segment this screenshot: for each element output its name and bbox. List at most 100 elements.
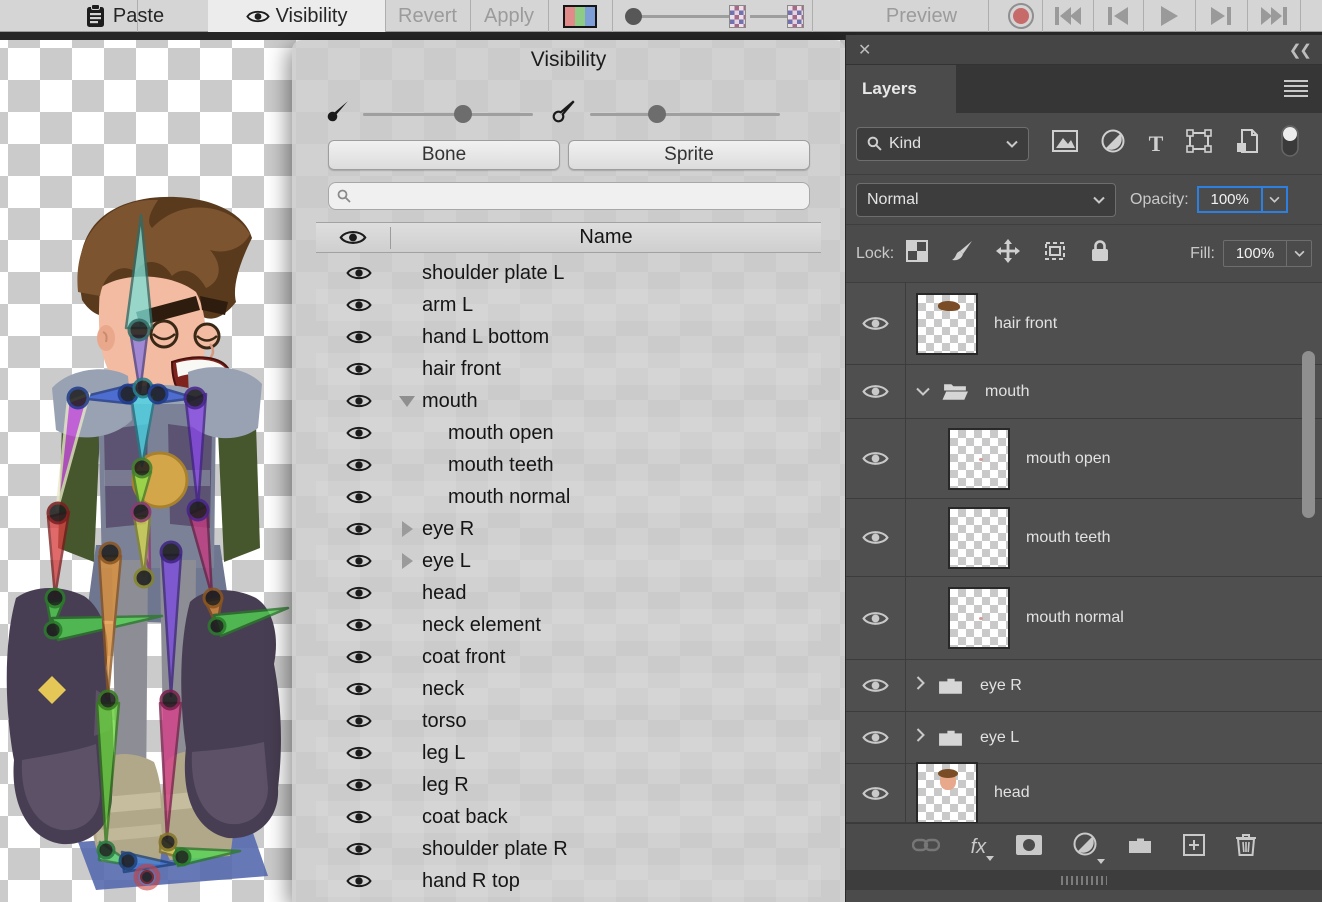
new-layer-icon[interactable] [1183,834,1205,861]
vis-row[interactable]: arm L [316,289,821,321]
vis-row[interactable]: hair front [316,353,821,385]
record-button[interactable] [1000,0,1042,32]
vis-row[interactable]: eye L [316,545,821,577]
panel-resize-grip[interactable] [846,870,1322,890]
vis-row[interactable]: mouth open [316,417,821,449]
visibility-eye-toggle[interactable] [330,297,388,313]
lock-position-icon[interactable] [996,239,1020,268]
preview-button[interactable]: Preview [855,0,988,32]
lock-transparency-icon[interactable] [906,240,928,267]
layer-visibility-toggle[interactable] [846,764,906,822]
lock-all-icon[interactable] [1090,239,1110,268]
visibility-eye-toggle[interactable] [330,617,388,633]
layer-row[interactable]: mouth open [846,419,1322,499]
visibility-eye-toggle[interactable] [330,553,388,569]
layer-thumbnail[interactable] [948,587,1010,649]
chevron-down-icon[interactable] [1286,241,1311,266]
layer-row[interactable]: mouth teeth [846,499,1322,577]
vis-row[interactable]: mouth normal [316,481,821,513]
sprite-opacity-slider[interactable] [590,113,780,116]
visibility-eye-toggle[interactable] [330,265,388,281]
layer-visibility-toggle[interactable] [846,365,906,418]
layer-visibility-toggle[interactable] [846,283,906,364]
bone-opacity-knob[interactable] [454,105,472,123]
color-swatch-button[interactable] [548,0,612,32]
new-group-icon[interactable] [1127,835,1153,860]
opacity-field[interactable]: 100% [1197,186,1288,213]
visibility-eye-toggle[interactable] [330,393,388,409]
vis-row[interactable]: eye R [316,513,821,545]
visibility-eye-toggle[interactable] [330,649,388,665]
layer-visibility-toggle[interactable] [846,499,906,576]
visibility-column-icon[interactable] [316,229,390,246]
vis-row[interactable]: hand L bottom [316,321,821,353]
group-chevron-right-icon[interactable] [916,676,925,695]
previous-frame-button[interactable] [1093,0,1143,32]
apply-button[interactable]: Apply [470,0,548,32]
visibility-eye-toggle[interactable] [330,457,388,473]
layer-row[interactable]: hair front [846,283,1322,365]
smart-object-filter-icon[interactable] [1236,129,1258,159]
vis-row[interactable]: mouth teeth [316,449,821,481]
layer-visibility-toggle[interactable] [846,419,906,498]
onion-frame-chip-1[interactable] [729,5,746,28]
layer-thumbnail[interactable] [948,428,1010,490]
visibility-eye-toggle[interactable] [330,809,388,825]
group-chevron-right-icon[interactable] [916,728,925,747]
expander-closed-icon[interactable] [402,553,413,569]
close-icon[interactable]: ✕ [858,40,871,60]
vis-row[interactable]: neck element [316,609,821,641]
search-input[interactable] [328,182,810,210]
next-frame-button[interactable] [1195,0,1247,32]
visibility-eye-toggle[interactable] [330,777,388,793]
kind-filter-dropdown[interactable]: Kind [856,127,1029,161]
delete-layer-icon[interactable] [1236,833,1256,861]
fill-field[interactable]: 100% [1223,240,1312,267]
vis-row[interactable]: mouth [316,385,821,417]
visibility-eye-toggle[interactable] [330,329,388,345]
play-button[interactable] [1143,0,1195,32]
vis-row[interactable]: coat back [316,801,821,833]
shape-layer-filter-icon[interactable] [1186,129,1212,158]
new-adjustment-icon[interactable] [1073,832,1097,862]
visibility-eye-toggle[interactable] [330,521,388,537]
expander-closed-icon[interactable] [402,521,413,537]
layer-visibility-toggle[interactable] [846,660,906,711]
visibility-tool-tab[interactable]: Visibility [208,0,385,32]
layer-row[interactable]: eye R [846,660,1322,712]
lock-artboard-icon[interactable] [1042,239,1068,268]
visibility-eye-toggle[interactable] [330,425,388,441]
revert-button[interactable]: Revert [385,0,470,32]
sprite-opacity-knob[interactable] [648,105,666,123]
group-chevron-down-icon[interactable] [916,383,930,401]
layer-thumbnail[interactable] [948,507,1010,569]
filter-toggle-switch[interactable] [1281,125,1299,162]
vis-row[interactable]: shoulder plate L [316,257,821,289]
tab-sprite[interactable]: Sprite [568,140,810,170]
skip-to-start-button[interactable] [1042,0,1093,32]
layer-thumbnail[interactable] [916,762,978,823]
chevron-down-icon[interactable] [1261,188,1286,211]
paste-button[interactable]: Paste [60,0,190,32]
vis-row[interactable]: hand R top [316,865,821,897]
visibility-eye-toggle[interactable] [330,745,388,761]
layer-row[interactable]: mouth normal [846,577,1322,660]
pixel-layer-filter-icon[interactable] [1052,130,1078,157]
tab-bone[interactable]: Bone [328,140,560,170]
skip-to-end-button[interactable] [1247,0,1300,32]
layer-row[interactable]: head [846,764,1322,823]
type-layer-filter-icon[interactable]: T [1149,131,1164,157]
adjustment-layer-filter-icon[interactable] [1101,129,1125,158]
vis-row[interactable]: shoulder plate R [316,833,821,865]
visibility-eye-toggle[interactable] [330,681,388,697]
blend-mode-dropdown[interactable]: Normal [856,183,1116,217]
layer-visibility-toggle[interactable] [846,577,906,659]
tab-layers[interactable]: Layers [846,65,956,113]
vis-row[interactable]: neck [316,673,821,705]
visibility-eye-toggle[interactable] [330,841,388,857]
name-column-header[interactable]: Name [391,226,821,249]
lock-paint-icon[interactable] [950,239,974,268]
vis-row[interactable]: head [316,577,821,609]
bone-opacity-slider[interactable] [363,113,533,116]
visibility-eye-toggle[interactable] [330,489,388,505]
